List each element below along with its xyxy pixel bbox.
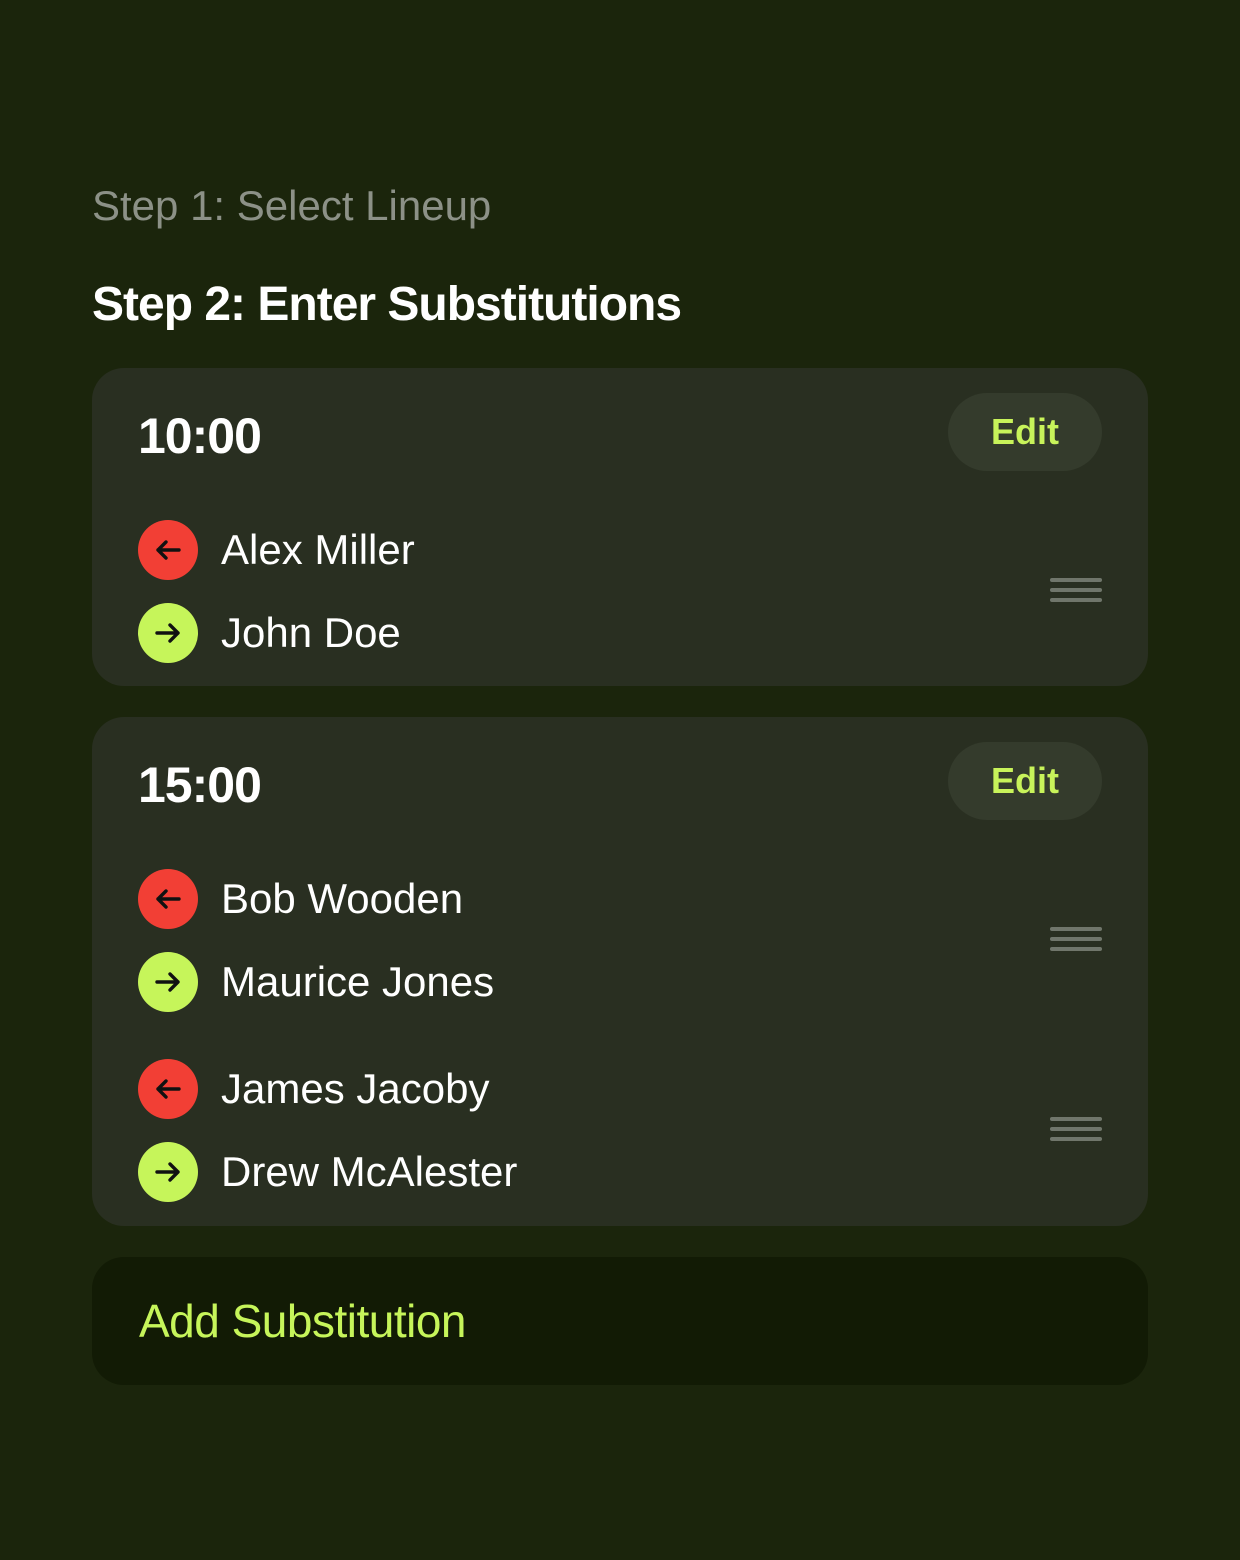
drag-handle-icon[interactable] [1050,927,1102,955]
player-out-row: Bob Wooden [138,869,463,929]
player-out-row: James Jacoby [138,1059,489,1119]
edit-button[interactable]: Edit [948,742,1102,820]
edit-button[interactable]: Edit [948,393,1102,471]
add-substitution-label: Add Substitution [139,1295,467,1347]
player-in-row: John Doe [138,603,401,663]
substitution-time: 15:00 [138,757,262,813]
player-in-row: Maurice Jones [138,952,494,1012]
drag-handle-icon[interactable] [1050,578,1102,606]
player-out-name: James Jacoby [221,1065,490,1112]
substitution-card: 15:00 Edit Bob Wooden Maurice Jones Jame… [92,717,1148,1226]
arrow-left-icon [138,520,198,580]
arrow-right-icon [138,1142,198,1202]
arrow-left-icon [138,869,198,929]
arrow-left-icon [138,1059,198,1119]
arrow-right-icon [138,603,198,663]
substitution-time: 10:00 [138,408,262,464]
drag-handle-icon[interactable] [1050,1117,1102,1145]
player-in-name: John Doe [221,609,401,656]
player-out-name: Alex Miller [221,526,415,573]
player-out-name: Bob Wooden [221,875,464,922]
add-substitution-button[interactable]: Add Substitution [92,1257,1148,1385]
player-in-name: Maurice Jones [221,958,495,1005]
step1-link[interactable]: Step 1: Select Lineup [92,180,491,232]
arrow-right-icon [138,952,198,1012]
substitution-card: 10:00 Edit Alex Miller John Doe [92,368,1148,686]
player-out-row: Alex Miller [138,520,415,580]
step2-title: Step 2: Enter Substitutions [92,278,682,331]
player-in-row: Drew McAlester [138,1142,517,1202]
player-in-name: Drew McAlester [221,1148,518,1195]
